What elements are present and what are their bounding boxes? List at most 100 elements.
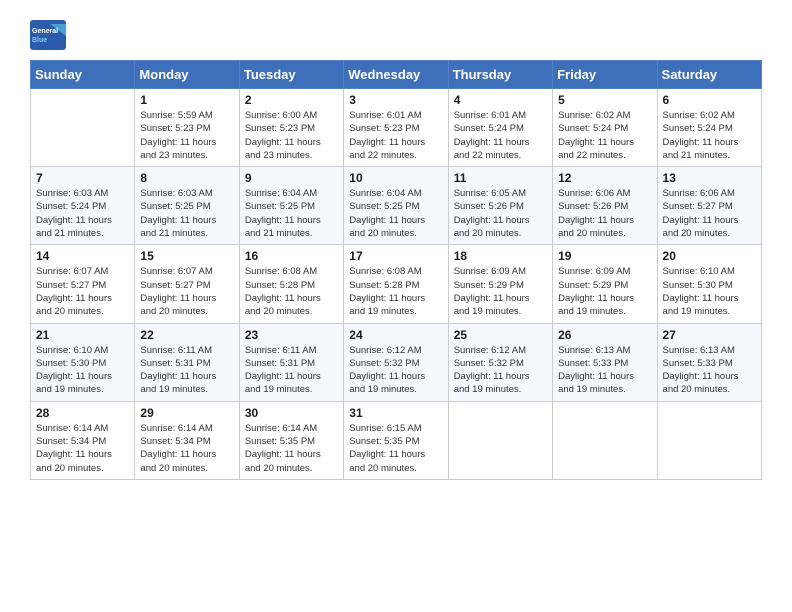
day-info: Sunrise: 6:11 AMSunset: 5:31 PMDaylight:…: [245, 344, 338, 397]
calendar-cell: 5Sunrise: 6:02 AMSunset: 5:24 PMDaylight…: [553, 89, 657, 167]
day-info: Sunrise: 6:11 AMSunset: 5:31 PMDaylight:…: [140, 344, 233, 397]
day-number: 21: [36, 328, 129, 342]
day-number: 25: [454, 328, 547, 342]
day-info: Sunrise: 6:03 AMSunset: 5:24 PMDaylight:…: [36, 187, 129, 240]
day-number: 2: [245, 93, 338, 107]
calendar-cell: 10 Sunrise: 6:04 AMSunset: 5:25 PMDayligh…: [344, 167, 448, 245]
weekday-header-monday: Monday: [135, 61, 239, 89]
day-number: 12: [558, 171, 651, 185]
day-number: 28: [36, 406, 129, 420]
day-number: 14: [36, 249, 129, 263]
weekday-header-friday: Friday: [553, 61, 657, 89]
calendar-week-5: 28 Sunrise: 6:14 AMSunset: 5:34 PMDayligh…: [31, 401, 762, 479]
calendar-cell: 13 Sunrise: 6:06 AMSunset: 5:27 PMDayligh…: [657, 167, 761, 245]
calendar-cell: [553, 401, 657, 479]
day-number: 4: [454, 93, 547, 107]
day-info: Sunrise: 6:14 AMSunset: 5:34 PMDaylight:…: [140, 422, 233, 475]
calendar-cell: 2Sunrise: 6:00 AMSunset: 5:23 PMDaylight…: [239, 89, 343, 167]
weekday-header-thursday: Thursday: [448, 61, 552, 89]
day-number: 17: [349, 249, 442, 263]
weekday-header-sunday: Sunday: [31, 61, 135, 89]
day-number: 29: [140, 406, 233, 420]
day-number: 11: [454, 171, 547, 185]
day-info: Sunrise: 6:07 AMSunset: 5:27 PMDaylight:…: [36, 265, 129, 318]
day-number: 26: [558, 328, 651, 342]
weekday-header-saturday: Saturday: [657, 61, 761, 89]
day-info: Sunrise: 6:04 AMSunset: 5:25 PMDaylight:…: [245, 187, 338, 240]
calendar-cell: 23 Sunrise: 6:11 AMSunset: 5:31 PMDayligh…: [239, 323, 343, 401]
day-number: 8: [140, 171, 233, 185]
calendar-week-4: 21Sunrise: 6:10 AMSunset: 5:30 PMDayligh…: [31, 323, 762, 401]
calendar-cell: 28 Sunrise: 6:14 AMSunset: 5:34 PMDayligh…: [31, 401, 135, 479]
calendar-cell: 18 Sunrise: 6:09 AMSunset: 5:29 PMDayligh…: [448, 245, 552, 323]
calendar-week-1: 1 Sunrise: 5:59 AMSunset: 5:23 PMDaylight…: [31, 89, 762, 167]
day-info: Sunrise: 6:05 AMSunset: 5:26 PMDaylight:…: [454, 187, 547, 240]
calendar-cell: 29 Sunrise: 6:14 AMSunset: 5:34 PMDayligh…: [135, 401, 239, 479]
calendar-cell: 15 Sunrise: 6:07 AMSunset: 5:27 PMDayligh…: [135, 245, 239, 323]
calendar-cell: 4 Sunrise: 6:01 AMSunset: 5:24 PMDaylight…: [448, 89, 552, 167]
calendar-cell: 1 Sunrise: 5:59 AMSunset: 5:23 PMDaylight…: [135, 89, 239, 167]
day-number: 19: [558, 249, 651, 263]
calendar-cell: 26 Sunrise: 6:13 AMSunset: 5:33 PMDayligh…: [553, 323, 657, 401]
day-info: Sunrise: 6:06 AMSunset: 5:26 PMDaylight:…: [558, 187, 651, 240]
day-info: Sunrise: 6:06 AMSunset: 5:27 PMDaylight:…: [663, 187, 756, 240]
logo-icon: General Blue: [30, 20, 66, 50]
svg-text:Blue: Blue: [32, 37, 47, 44]
calendar-cell: 17 Sunrise: 6:08 AMSunset: 5:28 PMDayligh…: [344, 245, 448, 323]
day-number: 18: [454, 249, 547, 263]
calendar-cell: 11 Sunrise: 6:05 AMSunset: 5:26 PMDayligh…: [448, 167, 552, 245]
day-number: 15: [140, 249, 233, 263]
day-info: Sunrise: 6:03 AMSunset: 5:25 PMDaylight:…: [140, 187, 233, 240]
calendar-cell: 3 Sunrise: 6:01 AMSunset: 5:23 PMDaylight…: [344, 89, 448, 167]
calendar-cell: 27Sunrise: 6:13 AMSunset: 5:33 PMDayligh…: [657, 323, 761, 401]
day-number: 3: [349, 93, 442, 107]
calendar-cell: 31 Sunrise: 6:15 AMSunset: 5:35 PMDayligh…: [344, 401, 448, 479]
day-number: 16: [245, 249, 338, 263]
day-info: Sunrise: 6:07 AMSunset: 5:27 PMDaylight:…: [140, 265, 233, 318]
day-info: Sunrise: 6:13 AMSunset: 5:33 PMDaylight:…: [663, 344, 756, 397]
calendar-cell: 30Sunrise: 6:14 AMSunset: 5:35 PMDayligh…: [239, 401, 343, 479]
calendar-cell: [657, 401, 761, 479]
day-number: 10: [349, 171, 442, 185]
calendar-cell: 24Sunrise: 6:12 AMSunset: 5:32 PMDayligh…: [344, 323, 448, 401]
day-info: Sunrise: 6:15 AMSunset: 5:35 PMDaylight:…: [349, 422, 442, 475]
day-info: Sunrise: 6:01 AMSunset: 5:23 PMDaylight:…: [349, 109, 442, 162]
day-info: Sunrise: 6:14 AMSunset: 5:34 PMDaylight:…: [36, 422, 129, 475]
day-number: 5: [558, 93, 651, 107]
day-info: Sunrise: 6:12 AMSunset: 5:32 PMDaylight:…: [454, 344, 547, 397]
day-number: 9: [245, 171, 338, 185]
day-number: 24: [349, 328, 442, 342]
weekday-header-row: SundayMondayTuesdayWednesdayThursdayFrid…: [31, 61, 762, 89]
day-number: 13: [663, 171, 756, 185]
calendar-cell: [31, 89, 135, 167]
day-number: 30: [245, 406, 338, 420]
calendar-cell: 21Sunrise: 6:10 AMSunset: 5:30 PMDayligh…: [31, 323, 135, 401]
day-info: Sunrise: 5:59 AMSunset: 5:23 PMDaylight:…: [140, 109, 233, 162]
calendar-cell: [448, 401, 552, 479]
day-number: 7: [36, 171, 129, 185]
day-info: Sunrise: 6:09 AMSunset: 5:29 PMDaylight:…: [558, 265, 651, 318]
day-info: Sunrise: 6:08 AMSunset: 5:28 PMDaylight:…: [349, 265, 442, 318]
day-info: Sunrise: 6:10 AMSunset: 5:30 PMDaylight:…: [663, 265, 756, 318]
calendar-cell: 14 Sunrise: 6:07 AMSunset: 5:27 PMDayligh…: [31, 245, 135, 323]
calendar-cell: 6Sunrise: 6:02 AMSunset: 5:24 PMDaylight…: [657, 89, 761, 167]
day-number: 23: [245, 328, 338, 342]
page-header: General Blue: [30, 20, 762, 50]
calendar-cell: 20 Sunrise: 6:10 AMSunset: 5:30 PMDayligh…: [657, 245, 761, 323]
day-info: Sunrise: 6:09 AMSunset: 5:29 PMDaylight:…: [454, 265, 547, 318]
day-number: 22: [140, 328, 233, 342]
calendar-cell: 8 Sunrise: 6:03 AMSunset: 5:25 PMDaylight…: [135, 167, 239, 245]
day-info: Sunrise: 6:04 AMSunset: 5:25 PMDaylight:…: [349, 187, 442, 240]
day-info: Sunrise: 6:08 AMSunset: 5:28 PMDaylight:…: [245, 265, 338, 318]
svg-text:General: General: [32, 28, 58, 35]
day-number: 1: [140, 93, 233, 107]
day-info: Sunrise: 6:13 AMSunset: 5:33 PMDaylight:…: [558, 344, 651, 397]
weekday-header-wednesday: Wednesday: [344, 61, 448, 89]
calendar-cell: 22 Sunrise: 6:11 AMSunset: 5:31 PMDayligh…: [135, 323, 239, 401]
calendar-cell: 12 Sunrise: 6:06 AMSunset: 5:26 PMDayligh…: [553, 167, 657, 245]
calendar-week-2: 7 Sunrise: 6:03 AMSunset: 5:24 PMDaylight…: [31, 167, 762, 245]
day-number: 20: [663, 249, 756, 263]
day-info: Sunrise: 6:01 AMSunset: 5:24 PMDaylight:…: [454, 109, 547, 162]
calendar-cell: 9 Sunrise: 6:04 AMSunset: 5:25 PMDaylight…: [239, 167, 343, 245]
day-number: 31: [349, 406, 442, 420]
